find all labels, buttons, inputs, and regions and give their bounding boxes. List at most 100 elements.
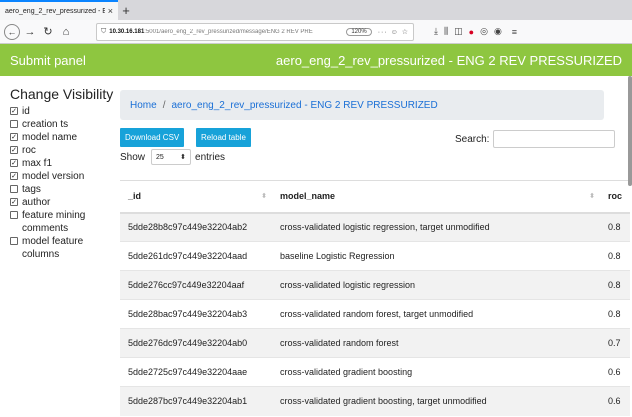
- table-cell: 5dde28bac97c449e32204ab3: [120, 299, 272, 329]
- main-content: Home / aero_eng_2_rev_pressurized - ENG …: [114, 76, 632, 417]
- visibility-toggle-feature-mining-comments[interactable]: feature mining comments: [10, 209, 114, 235]
- url-path: :5001/aero_eng_2_rev_pressurized/message…: [144, 28, 313, 35]
- table-cell: 0.6: [600, 357, 631, 387]
- table-cell: baseline Logistic Regression: [272, 241, 600, 271]
- entries-select[interactable]: 25 ⬍: [151, 149, 192, 165]
- table-cell: 5dde261dc97c449e32204aad: [120, 241, 272, 271]
- breadcrumb: Home / aero_eng_2_rev_pressurized - ENG …: [120, 90, 604, 120]
- visibility-label: id: [22, 106, 30, 117]
- visibility-label: roc: [22, 145, 36, 156]
- table-row[interactable]: 5dde28bac97c449e32204ab3 cross-validated …: [120, 299, 631, 329]
- visibility-label: model feature columns: [22, 236, 84, 260]
- visibility-toggle-model-name[interactable]: ✓ model name: [10, 131, 114, 144]
- table-cell: 5dde287bc97c449e32204ab1: [120, 386, 272, 416]
- page-scrollbar[interactable]: [628, 76, 632, 186]
- table-cell: cross-validated gradient boosting, targe…: [272, 386, 600, 416]
- zoom-badge[interactable]: 120%: [346, 27, 372, 36]
- checkbox[interactable]: ✓: [10, 198, 18, 206]
- show-label: Show: [120, 151, 146, 163]
- home-icon[interactable]: ⌂: [58, 24, 74, 40]
- table-row[interactable]: 5dde2725c97c449e32204aae cross-validated …: [120, 357, 631, 387]
- table-cell: 0.8: [600, 241, 631, 271]
- new-tab-button[interactable]: +: [118, 0, 134, 20]
- tab-title: aero_eng_2_rev_pressurized - EN: [5, 7, 105, 15]
- browser-nav-bar: ← → ↻ ⌂ ⛉ 10.30.16.181 :5001/aero_eng_2_…: [0, 20, 632, 44]
- table-cell: 0.8: [600, 299, 631, 329]
- reload-table-button[interactable]: Reload table: [196, 128, 251, 147]
- table-cell: 5dde2725c97c449e32204aae: [120, 357, 272, 387]
- table-cell: 0.6: [600, 386, 631, 416]
- search-input[interactable]: [493, 130, 616, 148]
- table-search: Search:: [455, 130, 616, 148]
- visibility-toggle-max-f1[interactable]: ✓ max f1: [10, 157, 114, 170]
- forward-arrow-icon[interactable]: →: [22, 24, 38, 40]
- breadcrumb-current[interactable]: aero_eng_2_rev_pressurized - ENG 2 REV P…: [171, 100, 437, 111]
- checkbox[interactable]: ✓: [10, 172, 18, 180]
- checkbox[interactable]: [10, 185, 18, 193]
- checkbox[interactable]: ✓: [10, 146, 18, 154]
- page-actions-icon[interactable]: ··· ☺ ☆: [378, 28, 409, 36]
- visibility-label: feature mining comments: [22, 210, 86, 234]
- sidebar-icon[interactable]: ◫: [454, 26, 463, 37]
- entries-label: entries: [195, 151, 226, 163]
- checkbox[interactable]: ✓: [10, 107, 18, 115]
- table-cell: 0.7: [600, 328, 631, 358]
- table-cell: 5dde276dc97c449e32204ab0: [120, 328, 272, 358]
- visibility-toggle-id[interactable]: ✓ id: [10, 105, 114, 118]
- extension-icon[interactable]: ◎: [480, 26, 488, 37]
- browser-tab[interactable]: aero_eng_2_rev_pressurized - EN ×: [0, 0, 118, 20]
- checkbox[interactable]: [10, 211, 18, 219]
- visibility-label: model version: [22, 171, 85, 182]
- visibility-toggle-roc[interactable]: ✓ roc: [10, 144, 114, 157]
- table-cell: 5dde28b8c97c449e32204ab2: [120, 212, 272, 242]
- entries-select-value: 25: [156, 153, 164, 161]
- table-row[interactable]: 5dde276dc97c449e32204ab0 cross-validated …: [120, 328, 631, 358]
- table-row[interactable]: 5dde276cc97c449e32204aaf cross-validated …: [120, 270, 631, 300]
- table-cell: cross-validated random forest: [272, 328, 600, 358]
- visibility-label: max f1: [22, 158, 53, 169]
- table-row[interactable]: 5dde287bc97c449e32204ab1 cross-validated …: [120, 386, 631, 416]
- sort-icon: ⬍: [589, 193, 595, 200]
- library-icon[interactable]: ⫼: [444, 26, 448, 37]
- reload-icon[interactable]: ↻: [40, 24, 56, 40]
- visibility-label: author: [22, 197, 51, 208]
- visibility-label: creation ts: [22, 119, 69, 130]
- visibility-toggle-author[interactable]: ✓ author: [10, 196, 114, 209]
- table-cell: 0.8: [600, 212, 631, 242]
- account-icon[interactable]: ◉: [494, 26, 502, 37]
- browser-tab-bar: aero_eng_2_rev_pressurized - EN × +: [0, 0, 632, 20]
- checkbox[interactable]: ✓: [10, 133, 18, 141]
- column-header-model-name[interactable]: model_name ⬍: [272, 180, 600, 214]
- back-arrow-icon[interactable]: ←: [4, 23, 20, 40]
- visibility-label: tags: [22, 184, 41, 195]
- visibility-toggle-creation-ts[interactable]: creation ts: [10, 118, 114, 131]
- column-header-id[interactable]: _id ⬍: [120, 180, 272, 214]
- checkbox[interactable]: [10, 237, 18, 245]
- table-row[interactable]: 5dde28b8c97c449e32204ab2 cross-validated …: [120, 212, 631, 242]
- search-label: Search:: [455, 133, 490, 145]
- breadcrumb-home[interactable]: Home: [130, 100, 157, 111]
- column-header-roc[interactable]: roc: [600, 180, 631, 214]
- url-bar[interactable]: ⛉ 10.30.16.181 :5001/aero_eng_2_rev_pres…: [96, 22, 414, 41]
- close-tab-icon[interactable]: ×: [108, 6, 113, 16]
- checkbox[interactable]: [10, 120, 18, 128]
- site-info-icon[interactable]: ⛉: [101, 28, 106, 36]
- brand[interactable]: Submit panel: [10, 53, 86, 68]
- table-cell: 0.8: [600, 270, 631, 300]
- visibility-toggle-model-feature-columns[interactable]: model feature columns: [10, 235, 114, 261]
- downloads-icon[interactable]: ⤓: [434, 26, 438, 37]
- hamburger-menu-icon[interactable]: ≡: [512, 27, 517, 37]
- breadcrumb-separator: /: [162, 99, 166, 111]
- table-cell: cross-validated random forest, target un…: [272, 299, 600, 329]
- checkbox[interactable]: ✓: [10, 159, 18, 167]
- page-title: aero_eng_2_rev_pressurized - ENG 2 REV P…: [275, 52, 622, 68]
- app-header: Submit panel aero_eng_2_rev_pressurized …: [0, 44, 632, 76]
- visibility-toggle-model-version[interactable]: ✓ model version: [10, 170, 114, 183]
- table-row[interactable]: 5dde261dc97c449e32204aad baseline Logisti…: [120, 241, 631, 271]
- download-csv-button[interactable]: Download CSV: [120, 128, 185, 147]
- browser-toolbar: ⤓ ⫼ ◫ ● ◎ ◉ ≡: [434, 26, 517, 37]
- visibility-toggle-tags[interactable]: tags: [10, 183, 114, 196]
- table-cell: cross-validated logistic regression: [272, 270, 600, 300]
- blocker-icon[interactable]: ●: [469, 27, 474, 37]
- table-cell: cross-validated logistic regression, tar…: [272, 212, 600, 242]
